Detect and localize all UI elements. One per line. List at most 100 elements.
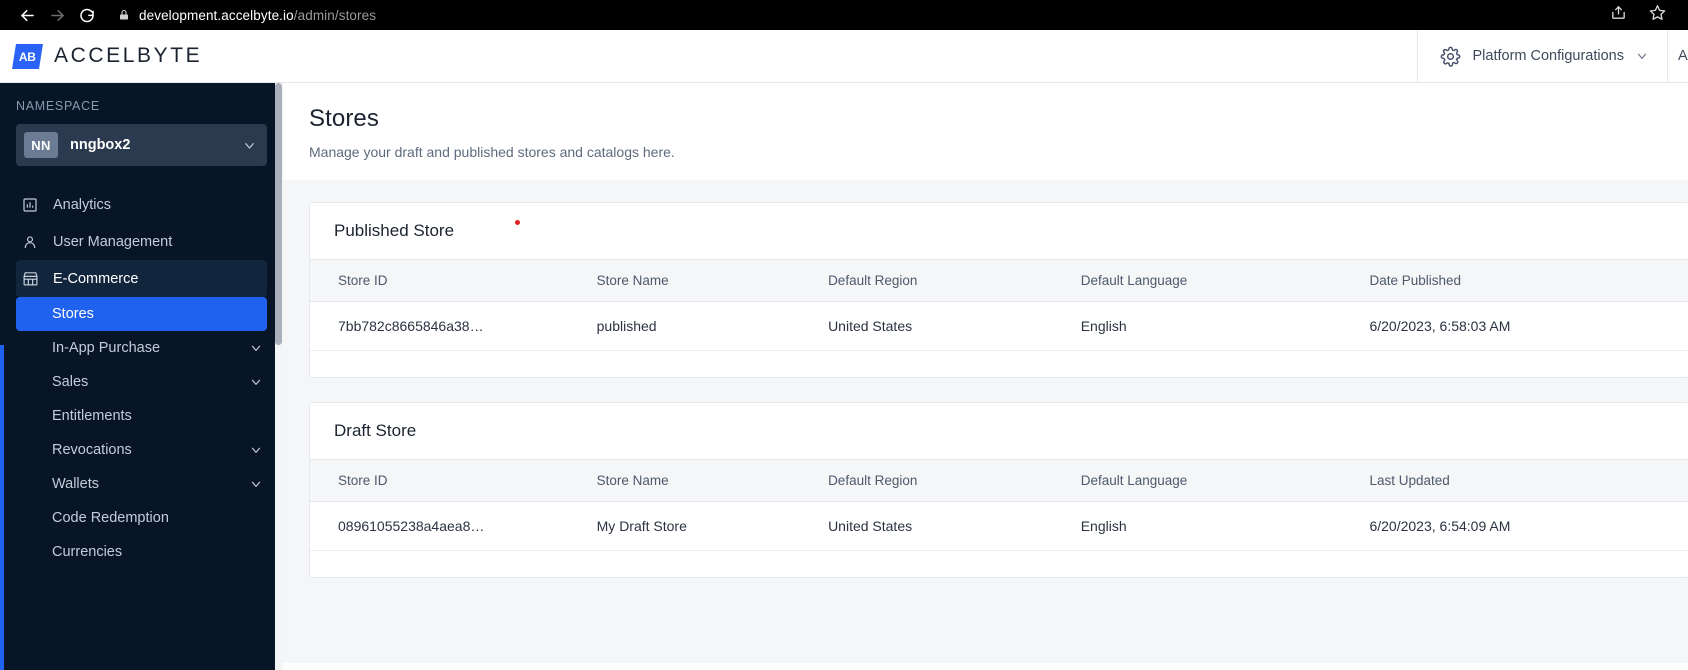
content-area: Published Store Store ID Store Name Defa… <box>283 180 1688 663</box>
published-store-title: Published Store <box>334 221 455 240</box>
sidebar-item-label: E-Commerce <box>53 270 139 287</box>
platform-configurations-label: Platform Configurations <box>1472 48 1624 64</box>
table-header-row: Store ID Store Name Default Region Defau… <box>310 259 1688 302</box>
body-wrapper: NAMESPACE NN nngbox2 Analytics User Mana… <box>0 83 1688 670</box>
column-header-store-id: Store ID <box>338 273 388 288</box>
sidebar-scrollbar-thumb[interactable] <box>275 83 282 345</box>
brand-logo[interactable]: AB ACCELBYTE <box>0 43 203 69</box>
sidebar-item-entitlements[interactable]: Entitlements <box>0 399 283 433</box>
table-row[interactable]: 7bb782c8665846a38… published United Stat… <box>310 302 1688 351</box>
sidebar-item-label: Analytics <box>53 196 112 213</box>
sidebar-item-sales[interactable]: Sales <box>0 365 283 399</box>
page-header: Stores Manage your draft and published s… <box>283 83 1688 180</box>
forward-arrow-icon <box>48 6 67 25</box>
cell-store-id: 08961055238a4aea8… <box>338 518 485 534</box>
chevron-down-icon <box>249 443 263 457</box>
user-menu[interactable]: A <box>1667 29 1688 83</box>
column-header-date-published: Date Published <box>1369 273 1462 288</box>
reload-button[interactable] <box>72 0 102 30</box>
namespace-label: NAMESPACE <box>16 99 100 113</box>
sidebar-item-label: Stores <box>52 306 94 322</box>
sidebar-item-in-app-purchase[interactable]: In-App Purchase <box>0 331 283 365</box>
sidebar-item-label: Entitlements <box>52 408 132 424</box>
draft-store-card: Draft Store Store ID Store Name Default … <box>309 402 1688 578</box>
url-path: /admin/stores <box>293 7 377 23</box>
column-header-store-name: Store Name <box>596 273 669 288</box>
browser-toolbar: development.accelbyte.io/admin/stores <box>0 0 1688 30</box>
cell-store-name: published <box>596 318 657 334</box>
sidebar-nav: Analytics User Management E-Commerce Sto… <box>0 186 283 569</box>
back-arrow-icon <box>18 6 37 25</box>
sidebar-item-analytics[interactable]: Analytics <box>0 186 283 223</box>
forward-button[interactable] <box>42 0 72 30</box>
sidebar-item-currencies[interactable]: Currencies <box>0 535 283 569</box>
table-header-row: Store ID Store Name Default Region Defau… <box>310 459 1688 502</box>
cell-default-region: United States <box>828 318 913 334</box>
cell-default-region: United States <box>828 518 913 534</box>
lock-icon <box>118 8 130 22</box>
sidebar: NAMESPACE NN nngbox2 Analytics User Mana… <box>0 83 283 670</box>
namespace-selector[interactable]: NN nngbox2 <box>16 124 267 166</box>
sidebar-item-label: In-App Purchase <box>52 340 161 356</box>
logo-mark-text: AB <box>19 49 36 63</box>
bar-chart-icon <box>22 197 40 213</box>
sidebar-item-stores[interactable]: Stores <box>16 297 267 331</box>
chevron-down-icon <box>249 477 263 491</box>
main-content: Stores Manage your draft and published s… <box>283 83 1688 670</box>
bookmark-button[interactable] <box>1649 4 1666 26</box>
star-icon <box>1649 4 1666 26</box>
reload-icon <box>78 6 96 24</box>
browser-actions <box>1610 4 1676 26</box>
column-header-default-region: Default Region <box>828 473 918 488</box>
gear-icon <box>1440 46 1461 67</box>
sidebar-item-label: Code Redemption <box>52 510 169 526</box>
cell-default-language: English <box>1080 518 1127 534</box>
column-header-store-name: Store Name <box>596 473 669 488</box>
sidebar-scrollbar-track[interactable] <box>275 83 283 670</box>
published-store-table: Store ID Store Name Default Region Defau… <box>310 259 1688 351</box>
chevron-down-icon <box>249 341 263 355</box>
chevron-down-icon <box>1635 49 1649 63</box>
draft-store-table: Store ID Store Name Default Region Defau… <box>310 459 1688 551</box>
address-bar[interactable]: development.accelbyte.io/admin/stores <box>102 0 1610 30</box>
cell-store-name: My Draft Store <box>596 518 687 534</box>
page-subtitle: Manage your draft and published stores a… <box>309 144 675 160</box>
chevron-down-icon <box>249 375 263 389</box>
published-store-table-head: Store ID Store Name Default Region Defau… <box>310 259 1688 302</box>
sidebar-item-label: Wallets <box>52 476 99 492</box>
url-text: development.accelbyte.io/admin/stores <box>139 8 376 23</box>
cell-date-published: 6/20/2023, 6:58:03 AM <box>1369 318 1511 334</box>
published-store-table-body: 7bb782c8665846a38… published United Stat… <box>310 302 1688 351</box>
draft-store-table-body: 08961055238a4aea8… My Draft Store United… <box>310 502 1688 551</box>
active-section-accent-bar <box>0 345 4 670</box>
sidebar-item-label: Revocations <box>52 442 132 458</box>
draft-store-card-header: Draft Store <box>310 403 1688 459</box>
column-header-last-updated: Last Updated <box>1369 473 1450 488</box>
sidebar-item-label: Sales <box>52 374 89 390</box>
table-row[interactable]: 08961055238a4aea8… My Draft Store United… <box>310 502 1688 551</box>
sidebar-item-code-redemption[interactable]: Code Redemption <box>0 501 283 535</box>
sidebar-item-wallets[interactable]: Wallets <box>0 467 283 501</box>
user-icon <box>22 234 40 250</box>
published-store-card: Published Store Store ID Store Name Defa… <box>309 202 1688 378</box>
published-store-card-footer <box>310 351 1688 377</box>
accelbyte-logo-icon: AB <box>12 43 43 69</box>
sidebar-item-e-commerce[interactable]: E-Commerce <box>16 260 267 297</box>
back-button[interactable] <box>12 0 42 30</box>
store-icon <box>22 270 40 287</box>
share-button[interactable] <box>1610 4 1627 26</box>
share-icon <box>1610 4 1627 26</box>
sidebar-item-label: User Management <box>53 233 173 250</box>
platform-configurations-menu[interactable]: Platform Configurations <box>1417 29 1667 83</box>
brand-name: ACCELBYTE <box>54 44 203 67</box>
page-title: Stores <box>309 105 379 132</box>
sidebar-item-revocations[interactable]: Revocations <box>0 433 283 467</box>
header-right-group: Platform Configurations A <box>1417 29 1688 83</box>
column-header-default-region: Default Region <box>828 273 918 288</box>
namespace-badge: NN <box>24 132 58 158</box>
draft-store-title: Draft Store <box>334 421 417 440</box>
app-header: AB ACCELBYTE Platform Configurations A <box>0 29 1688 83</box>
sidebar-item-label: Currencies <box>52 544 123 560</box>
sidebar-item-user-management[interactable]: User Management <box>0 223 283 260</box>
cell-default-language: English <box>1080 318 1127 334</box>
